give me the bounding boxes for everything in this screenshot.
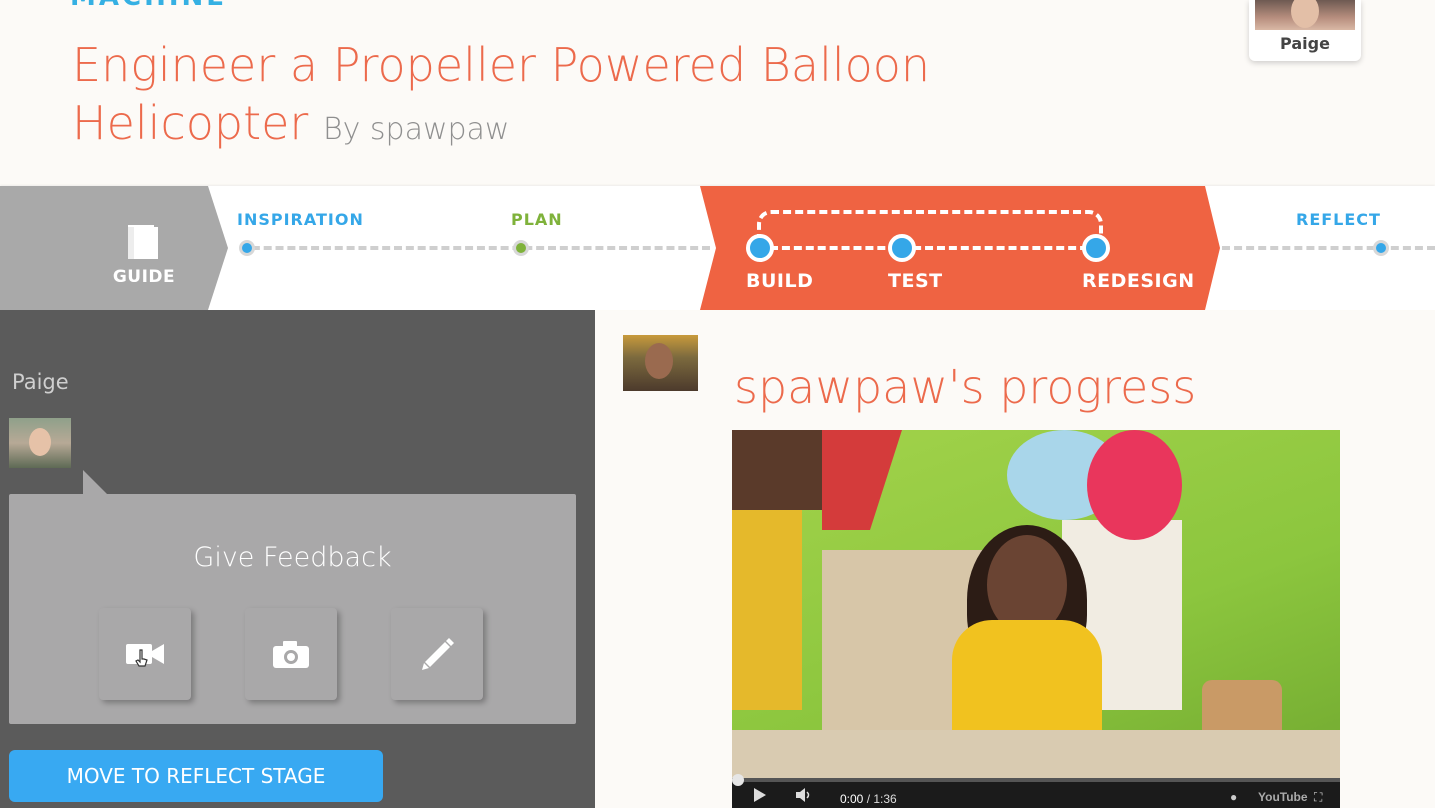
author-avatar <box>623 335 698 391</box>
text-feedback-button[interactable] <box>391 608 483 700</box>
video-feedback-button[interactable] <box>99 608 191 700</box>
timeline-dash-right <box>1222 246 1435 250</box>
feedback-title: Give Feedback <box>193 542 392 573</box>
timeline-dash-left <box>240 246 710 250</box>
active-dash <box>770 246 1100 250</box>
stage-reflect-dot[interactable] <box>1373 240 1389 256</box>
project-byline: By spawpaw <box>322 112 510 147</box>
video-scene-poster <box>732 430 837 510</box>
video-camera-icon <box>126 644 164 667</box>
photo-feedback-button[interactable] <box>245 608 337 700</box>
feedback-panel: Paige Give Feedback MOVE TO REFLECT STAG… <box>0 310 595 808</box>
play-icon[interactable] <box>754 788 766 802</box>
brand-logo[interactable]: MACHINE <box>70 0 227 12</box>
video-time: 0:00 / 1:36 <box>840 792 897 806</box>
stage-plan[interactable]: PLAN <box>511 210 563 229</box>
reviewer-avatar <box>9 418 71 468</box>
guide-button[interactable]: GUIDE <box>0 186 228 310</box>
youtube-logo[interactable]: YouTube <box>1258 790 1308 804</box>
app-root: MACHINE Engineer a Propeller Powered Bal… <box>0 0 1435 808</box>
video-current-time: 0:00 <box>840 792 864 806</box>
video-seek-knob[interactable] <box>732 774 744 786</box>
stage-redesign[interactable]: REDESIGN <box>1082 270 1195 292</box>
stage-test[interactable]: TEST <box>888 270 943 292</box>
settings-icon[interactable]: ● <box>1230 790 1237 804</box>
feedback-box: Give Feedback <box>9 494 576 724</box>
stage-build[interactable]: BUILD <box>746 270 813 292</box>
user-profile-card[interactable]: Paige <box>1249 0 1361 61</box>
stage-build-dot[interactable] <box>746 234 774 262</box>
stage-progress-bar: GUIDE INSPIRATION PLAN REFLECT <box>0 186 1435 310</box>
stage-reflect[interactable]: REFLECT <box>1296 210 1381 229</box>
user-avatar <box>1255 0 1355 30</box>
book-icon <box>128 225 158 259</box>
video-controls: 0:00 / 1:36 ● YouTube ⛶ <box>732 774 1340 808</box>
guide-label: GUIDE <box>112 267 176 287</box>
video-scene-wall <box>732 510 802 710</box>
move-to-reflect-button[interactable]: MOVE TO REFLECT STAGE <box>9 750 383 802</box>
stage-test-dot[interactable] <box>888 234 916 262</box>
video-scene-balloon-pink <box>1087 430 1182 540</box>
stage-inspiration[interactable]: INSPIRATION <box>237 210 364 229</box>
stage-plan-dot[interactable] <box>513 240 529 256</box>
video-player[interactable]: 0:00 / 1:36 ● YouTube ⛶ <box>732 430 1340 808</box>
progress-title: spawpaw's progress <box>734 360 1197 414</box>
fullscreen-icon[interactable]: ⛶ <box>1314 790 1322 805</box>
video-seek-bar[interactable] <box>732 778 1340 782</box>
volume-icon[interactable] <box>796 788 812 802</box>
video-duration: / 1:36 <box>866 792 897 806</box>
pencil-icon <box>422 638 454 670</box>
video-scene-table <box>732 730 1340 780</box>
user-name: Paige <box>1280 34 1330 53</box>
reviewer-name: Paige <box>12 370 69 394</box>
project-title: Engineer a Propeller Powered Balloon Hel… <box>72 36 1072 159</box>
camera-icon <box>273 641 309 668</box>
speech-bubble-tail <box>83 470 107 494</box>
stage-inspiration-dot[interactable] <box>239 240 255 256</box>
stage-redesign-dot[interactable] <box>1082 234 1110 262</box>
redesign-loop-arrow <box>757 210 1103 250</box>
